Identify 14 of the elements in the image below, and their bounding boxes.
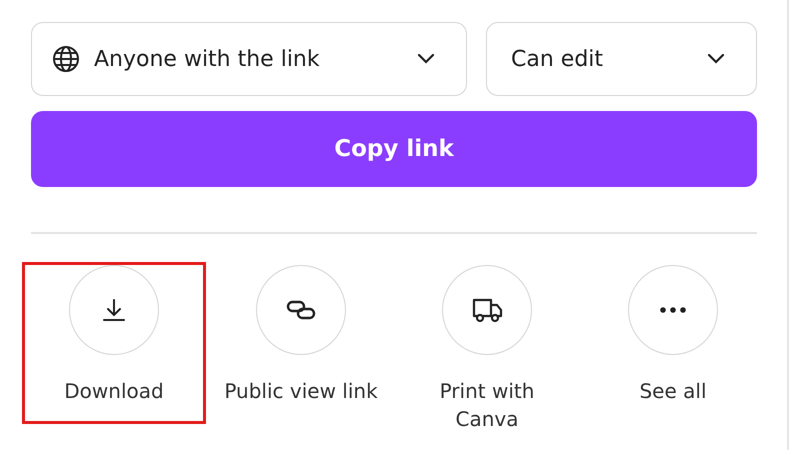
link-icon <box>286 299 316 321</box>
action-label: Print with Canva <box>438 378 536 433</box>
chevron-down-icon <box>416 53 436 65</box>
action-label: Public view link <box>223 378 379 405</box>
chevron-down-icon <box>706 53 726 65</box>
truck-icon <box>471 296 503 324</box>
globe-icon <box>52 45 80 73</box>
more-icon <box>660 307 686 313</box>
copy-link-button[interactable]: Copy link <box>31 111 757 187</box>
action-label: See all <box>638 378 708 405</box>
action-label: Download <box>63 378 165 405</box>
download-icon <box>101 297 127 323</box>
permission-dropdown[interactable]: Can edit <box>486 22 757 96</box>
access-dropdown[interactable]: Anyone with the link <box>31 22 467 96</box>
